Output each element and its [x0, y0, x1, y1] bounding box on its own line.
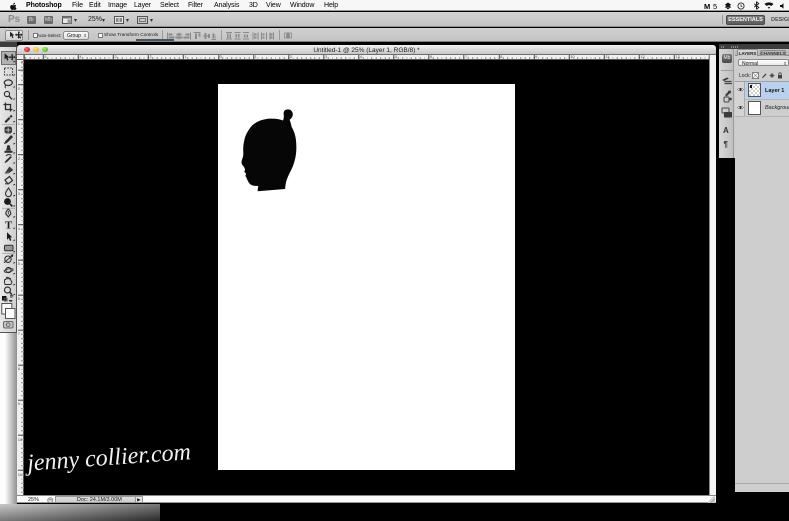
svg-text:T: T: [5, 220, 13, 232]
